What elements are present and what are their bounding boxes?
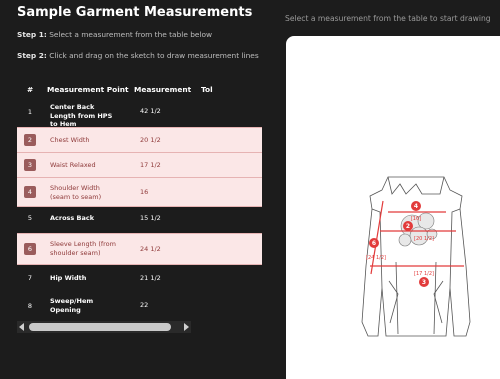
- drawing-panel: Select a measurement from the table to s…: [262, 0, 500, 379]
- sketch-canvas[interactable]: 4 2 3 6 [16] [20 1/2] [24 1/2] [17 1/2]: [286, 36, 500, 379]
- marker-number: 6: [372, 240, 376, 247]
- column-header-number: #: [27, 85, 34, 94]
- measurement-label: [24 1/2]: [366, 255, 386, 261]
- canvas-hint: Select a measurement from the table to s…: [285, 14, 491, 23]
- step-2-instruction: Step 2: Click and drag on the sketch to …: [17, 51, 259, 60]
- measurement-point: Sweep/Hem Opening: [50, 297, 94, 314]
- table-row[interactable]: 4 Shoulder Width (seam to seam) 16: [17, 177, 262, 207]
- measurement-value: 21 1/2: [140, 274, 161, 282]
- table-row[interactable]: 7 Hip Width 21 1/2: [17, 266, 262, 290]
- row-number: 5: [27, 214, 33, 222]
- marker-number: 4: [414, 203, 418, 210]
- measurement-value: 20 1/2: [140, 136, 161, 144]
- measurement-label: [17 1/2]: [414, 271, 434, 277]
- measurement-point: Across Back: [50, 214, 95, 222]
- measurement-value: 22: [140, 301, 149, 309]
- measurement-value: 15 1/2: [140, 214, 161, 222]
- measurement-point: Hip Width: [50, 274, 87, 282]
- row-number: 1: [27, 108, 33, 116]
- row-number: 8: [27, 302, 33, 310]
- measurement-point: Shoulder Width (seam to seam): [50, 184, 102, 201]
- measurement-point: Sleeve Length (from shoulder seam): [50, 240, 116, 257]
- column-header-tolerance: Tol: [201, 85, 213, 94]
- horizontal-scrollbar[interactable]: [17, 321, 191, 333]
- row-number: 2: [24, 134, 36, 146]
- table-row[interactable]: 8 Sweep/Hem Opening 22: [17, 292, 262, 320]
- table-row[interactable]: 5 Across Back 15 1/2: [17, 206, 262, 230]
- table-row[interactable]: 2 Chest Width 20 1/2: [17, 127, 262, 153]
- marker-number: 2: [406, 223, 410, 230]
- measurement-point: Waist Relaxed: [50, 161, 96, 169]
- garment-sketch: 4 2 3 6 [16] [20 1/2] [24 1/2] [17 1/2]: [361, 176, 471, 337]
- table-row[interactable]: 1 Center Back Length from HPS to Hem 42 …: [17, 99, 262, 128]
- marker-number: 3: [422, 279, 426, 286]
- row-number: 4: [24, 186, 36, 198]
- step-1-instruction: Step 1: Select a measurement from the ta…: [17, 30, 213, 39]
- table-row[interactable]: 3 Waist Relaxed 17 1/2: [17, 152, 262, 178]
- page-title: Sample Garment Measurements: [17, 5, 253, 20]
- measurement-value: 42 1/2: [140, 107, 161, 115]
- measurement-value: 17 1/2: [140, 161, 161, 169]
- row-number: 3: [24, 159, 36, 171]
- row-number: 7: [27, 274, 33, 282]
- measurement-label: [16]: [411, 216, 421, 222]
- column-header-measurement: Measurement: [134, 85, 192, 94]
- row-number: 6: [24, 243, 36, 255]
- scroll-left-arrow-icon[interactable]: [19, 323, 24, 331]
- measurement-value: 24 1/2: [140, 245, 161, 253]
- scrollbar-thumb[interactable]: [29, 323, 171, 331]
- measurement-value: 16: [140, 188, 149, 196]
- measurement-point: Chest Width: [50, 136, 90, 144]
- column-header-point: Measurement Point: [47, 85, 129, 94]
- table-row[interactable]: 6 Sleeve Length (from shoulder seam) 24 …: [17, 233, 262, 265]
- measurements-panel: Sample Garment Measurements Step 1: Sele…: [0, 0, 262, 379]
- scroll-right-arrow-icon[interactable]: [184, 323, 189, 331]
- measurement-point: Center Back Length from HPS to Hem: [50, 103, 113, 128]
- measurement-label: [20 1/2]: [414, 236, 434, 242]
